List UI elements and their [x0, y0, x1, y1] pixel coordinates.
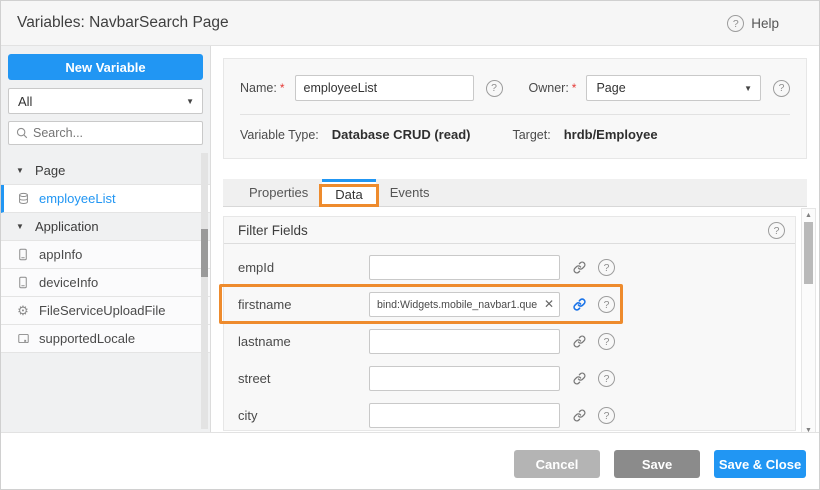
tree-item-label: supportedLocale — [39, 331, 135, 346]
bind-link-icon[interactable] — [573, 335, 586, 348]
tab-data[interactable]: Data — [322, 179, 375, 206]
variable-type-value: Database CRUD (read) — [332, 127, 471, 142]
scroll-up-icon[interactable]: ▲ — [802, 212, 815, 219]
filter-fields-header: Filter Fields — [224, 217, 795, 244]
device-icon — [15, 248, 31, 261]
owner-help-icon[interactable]: ? — [773, 80, 790, 97]
tree-group-application[interactable]: ▼ Application — [1, 213, 210, 241]
variables-dialog: Variables: NavbarSearch Page ? Help New … — [0, 0, 820, 490]
dialog-footer: Cancel Save Save & Close — [1, 432, 820, 490]
required-asterisk: * — [572, 81, 577, 95]
bind-link-icon[interactable] — [573, 372, 586, 385]
firstname-field[interactable] — [369, 292, 560, 317]
filter-row-empid: empId ? — [224, 249, 795, 286]
field-label: empId — [238, 260, 355, 275]
filter-fields-panel: Filter Fields ? empId ? firstname ✕ ? la… — [223, 216, 796, 431]
lastname-field[interactable] — [369, 329, 560, 354]
chevron-down-icon: ▼ — [744, 84, 752, 93]
panel-divider — [240, 114, 790, 115]
tree-group-page[interactable]: ▼ Page — [1, 157, 210, 185]
sidebar-scrollbar-thumb[interactable] — [201, 229, 208, 277]
content-scrollbar[interactable]: ▲ ▼ — [801, 208, 816, 438]
tree-item-label: appInfo — [39, 247, 82, 262]
search-icon — [16, 127, 28, 139]
filter-row-lastname: lastname ? — [224, 323, 795, 360]
variable-filter-dropdown[interactable]: All ▼ — [8, 88, 203, 114]
street-field[interactable] — [369, 366, 560, 391]
name-label: Name: — [240, 81, 277, 95]
owner-value: Page — [596, 81, 625, 95]
content-scrollbar-thumb[interactable] — [804, 222, 813, 284]
filter-fields-help-icon[interactable]: ? — [768, 222, 785, 239]
field-help-icon[interactable]: ? — [598, 259, 615, 276]
new-variable-button[interactable]: New Variable — [8, 54, 203, 80]
variable-filter-value: All — [18, 94, 32, 109]
tree-item-label: FileServiceUploadFile — [39, 303, 165, 318]
empid-field[interactable] — [369, 255, 560, 280]
filter-row-firstname: firstname ✕ ? — [224, 286, 795, 323]
save-button[interactable]: Save — [614, 450, 700, 478]
owner-dropdown[interactable]: Page ▼ — [586, 75, 761, 101]
field-help-icon[interactable]: ? — [598, 333, 615, 350]
target-label: Target: — [512, 128, 550, 142]
caret-down-icon: ▼ — [16, 222, 28, 231]
caret-down-icon: ▼ — [16, 166, 28, 175]
tree-group-label: Page — [35, 163, 65, 178]
search-input[interactable] — [33, 126, 173, 140]
filter-row-street: street ? — [224, 360, 795, 397]
chevron-down-icon: ▼ — [186, 97, 194, 106]
tree-item-label: employeeList — [39, 191, 116, 206]
sidebar-scrollbar[interactable] — [201, 153, 208, 429]
tree-item-employeelist[interactable]: employeeList — [1, 185, 210, 213]
variables-sidebar: New Variable All ▼ ▼ Page employeeList — [1, 46, 211, 432]
required-asterisk: * — [280, 81, 285, 95]
variable-tabs: Properties Data Events — [223, 179, 807, 207]
variable-type-label: Variable Type: — [240, 128, 319, 142]
help-label: Help — [751, 16, 779, 31]
filter-fields-title: Filter Fields — [238, 223, 308, 238]
locale-icon — [15, 332, 31, 345]
device-icon — [15, 276, 31, 289]
bind-link-icon[interactable] — [573, 261, 586, 274]
city-field[interactable] — [369, 403, 560, 428]
tree-item-label: deviceInfo — [39, 275, 98, 290]
clear-binding-icon[interactable]: ✕ — [544, 296, 554, 313]
field-label: firstname — [238, 297, 355, 312]
cancel-button[interactable]: Cancel — [514, 450, 600, 478]
dialog-header: Variables: NavbarSearch Page ? Help — [1, 1, 820, 46]
tab-events[interactable]: Events — [376, 179, 444, 206]
tree-item-deviceinfo[interactable]: deviceInfo — [1, 269, 210, 297]
field-help-icon[interactable]: ? — [598, 296, 615, 313]
tree-group-label: Application — [35, 219, 99, 234]
field-help-icon[interactable]: ? — [598, 370, 615, 387]
tree-item-supportedlocale[interactable]: supportedLocale — [1, 325, 210, 353]
field-help-icon[interactable]: ? — [598, 407, 615, 424]
database-icon — [15, 192, 31, 205]
help-icon: ? — [727, 15, 744, 32]
field-label: city — [238, 408, 355, 423]
field-label: lastname — [238, 334, 355, 349]
bind-link-icon-active[interactable] — [573, 298, 586, 311]
tab-properties[interactable]: Properties — [235, 179, 322, 206]
filter-row-city: city ? — [224, 397, 795, 434]
variables-tree: ▼ Page employeeList ▼ Application appInf… — [1, 157, 210, 353]
save-and-close-button[interactable]: Save & Close — [714, 450, 806, 478]
dialog-title: Variables: NavbarSearch Page — [17, 14, 229, 32]
target-value: hrdb/Employee — [564, 127, 658, 142]
name-help-icon[interactable]: ? — [486, 80, 503, 97]
owner-label: Owner: — [529, 81, 569, 95]
variable-search[interactable] — [8, 121, 203, 145]
help-button[interactable]: ? Help — [727, 1, 779, 46]
field-label: street — [238, 371, 355, 386]
gear-icon: ⚙ — [15, 304, 31, 317]
tree-item-appinfo[interactable]: appInfo — [1, 241, 210, 269]
variable-summary-panel: Name: * ? Owner: * Page ▼ ? Variable Typ… — [223, 58, 807, 159]
bind-link-icon[interactable] — [573, 409, 586, 422]
name-field[interactable] — [295, 75, 474, 101]
tree-item-fileserviceuploadfile[interactable]: ⚙ FileServiceUploadFile — [1, 297, 210, 325]
